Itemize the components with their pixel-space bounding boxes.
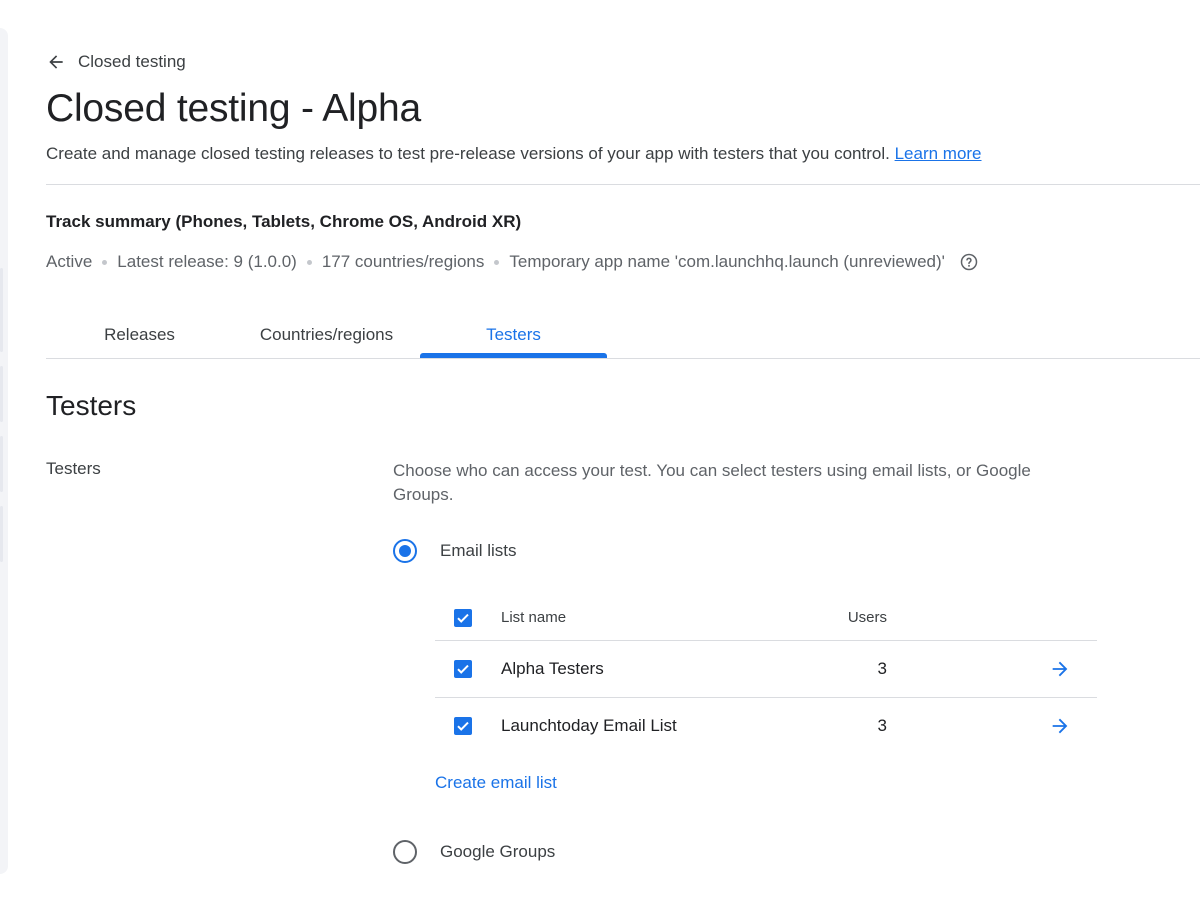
list-name: Alpha Testers [501, 659, 604, 678]
column-header-users: Users [847, 609, 887, 626]
tab-releases[interactable]: Releases [46, 312, 233, 358]
tab-bar: Releases Countries/regions Testers [46, 312, 1200, 359]
separator-dot [102, 259, 108, 265]
list-name: Launchtoday Email List [501, 716, 677, 735]
header-divider [46, 184, 1200, 185]
arrow-left-icon [46, 52, 66, 72]
page-title: Closed testing - Alpha [46, 87, 421, 130]
radio-email-lists-label: Email lists [440, 541, 517, 560]
left-rail [0, 28, 8, 874]
temporary-app-name: Temporary app name 'com.launchhq.launch … [509, 252, 945, 271]
back-link[interactable]: Closed testing [46, 52, 186, 72]
latest-release: Latest release: 9 (1.0.0) [117, 252, 297, 271]
arrow-right-icon[interactable] [1049, 715, 1071, 737]
page-description: Create and manage closed testing release… [46, 143, 982, 165]
track-status: Active [46, 252, 93, 271]
table-header-row: List name Users [435, 595, 1097, 641]
tab-testers[interactable]: Testers [420, 312, 607, 358]
main-content: Closed testing Closed testing - Alpha Cr… [46, 0, 1200, 900]
rail-segment [0, 366, 3, 422]
column-header-list-name: List name [501, 609, 567, 626]
help-circle-icon[interactable] [959, 252, 979, 272]
separator-dot [306, 259, 312, 265]
radio-email-lists[interactable]: Email lists [393, 539, 517, 563]
list-users-count: 3 [877, 716, 887, 735]
page-description-text: Create and manage closed testing release… [46, 144, 890, 163]
testers-description: Choose who can access your test. You can… [393, 461, 1031, 504]
table-row[interactable]: Alpha Testers 3 [435, 641, 1097, 698]
email-lists-table: List name Users Alpha Testers 3 Launchto… [435, 595, 1097, 755]
separator-dot [494, 259, 500, 265]
list-users-count: 3 [877, 659, 887, 678]
active-tab-indicator [420, 353, 607, 358]
create-email-list-link[interactable]: Create email list [435, 773, 557, 793]
back-link-label: Closed testing [78, 52, 186, 71]
radio-button-unselected[interactable] [393, 840, 417, 864]
track-summary-title: Track summary (Phones, Tablets, Chrome O… [46, 212, 522, 231]
testers-row-label: Testers [46, 459, 101, 478]
select-all-checkbox[interactable] [454, 609, 472, 627]
countries-count: 177 countries/regions [321, 252, 485, 271]
row-checkbox[interactable] [454, 717, 472, 735]
section-title: Testers [46, 390, 137, 421]
rail-segment [0, 436, 3, 492]
row-checkbox[interactable] [454, 660, 472, 678]
track-summary-meta: Active Latest release: 9 (1.0.0) 177 cou… [46, 251, 979, 273]
arrow-right-icon[interactable] [1049, 658, 1071, 680]
radio-google-groups[interactable]: Google Groups [393, 840, 555, 864]
rail-segment [0, 268, 3, 352]
tab-countries-regions[interactable]: Countries/regions [233, 312, 420, 358]
rail-segment [0, 506, 3, 562]
radio-button-selected[interactable] [393, 539, 417, 563]
learn-more-link[interactable]: Learn more [895, 144, 982, 163]
table-row[interactable]: Launchtoday Email List 3 [435, 698, 1097, 755]
radio-google-groups-label: Google Groups [440, 842, 556, 861]
